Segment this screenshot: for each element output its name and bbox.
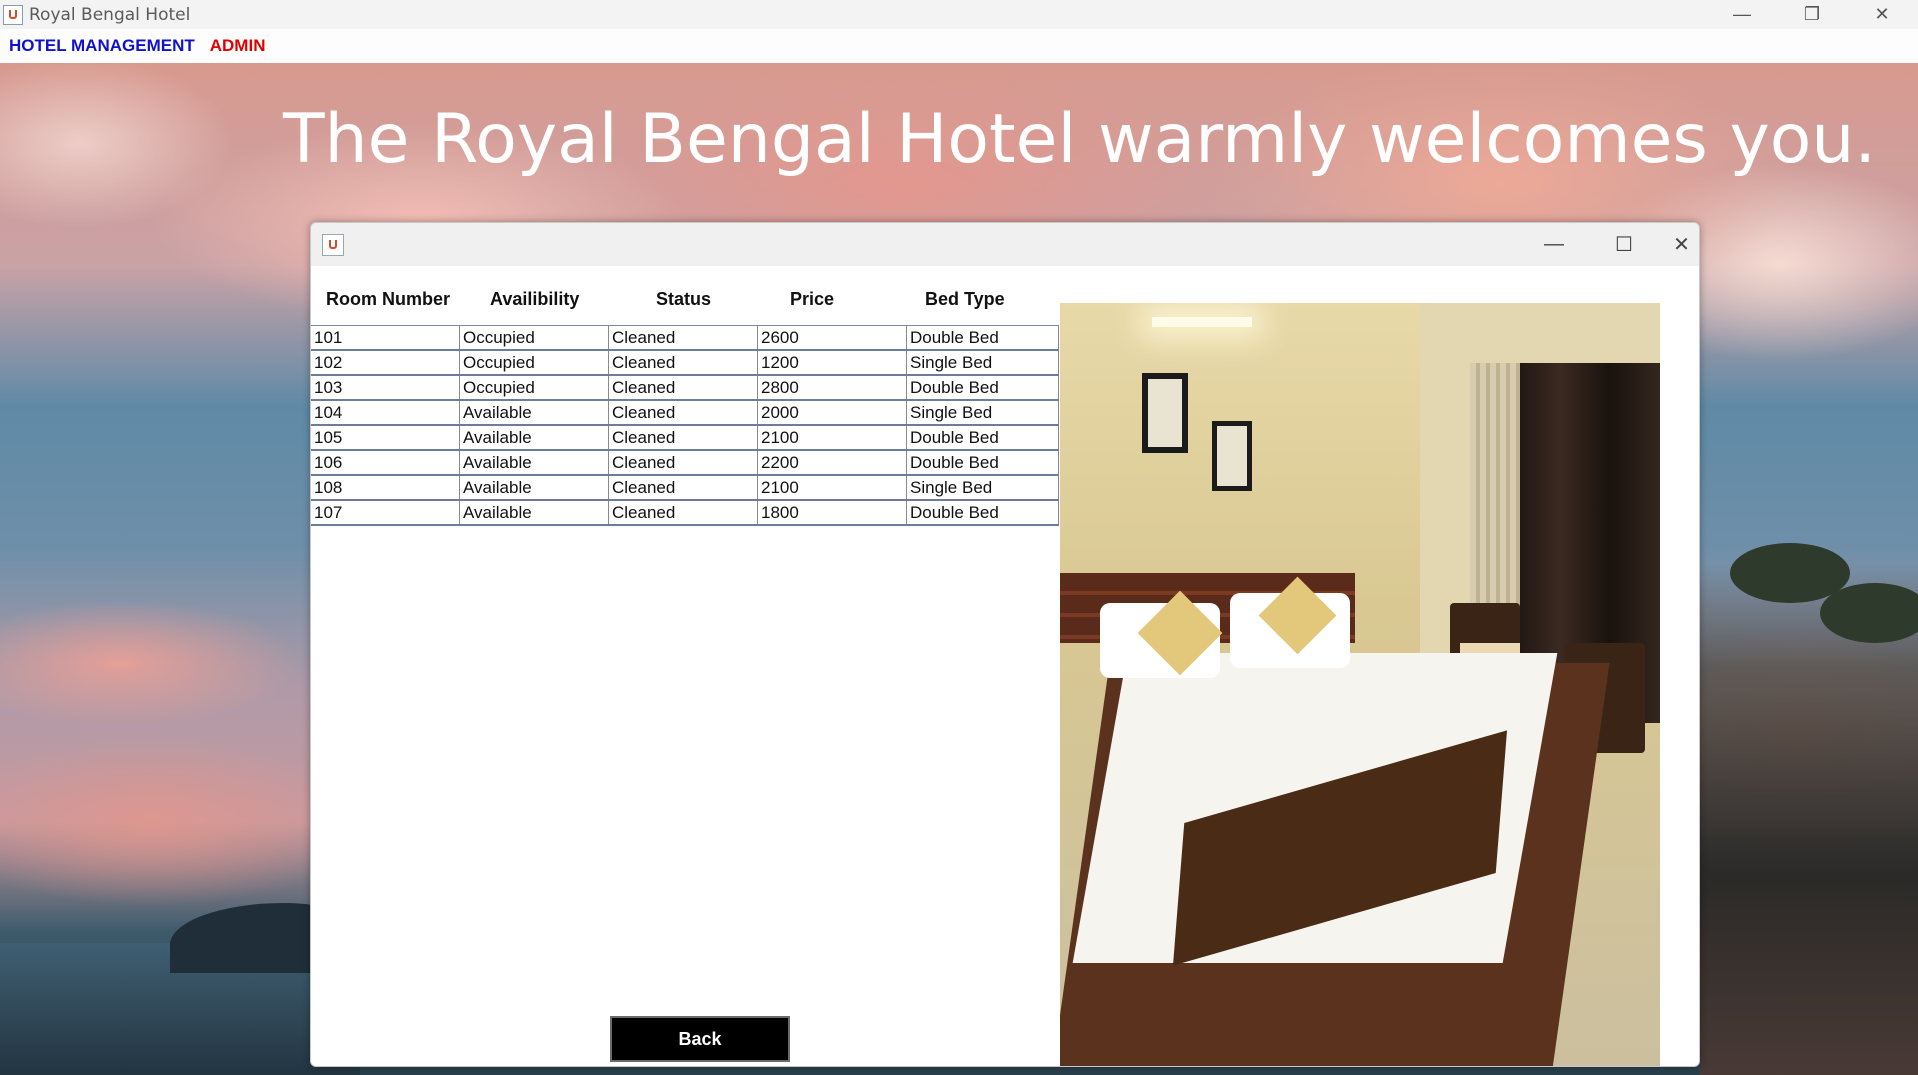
table-row[interactable]: 107 Available Cleaned 1800 Double Bed	[311, 501, 1059, 526]
table-row[interactable]: 101 Occupied Cleaned 2600 Double Bed	[311, 326, 1059, 351]
window-title-bar: Royal Bengal Hotel — ❐ ✕	[0, 0, 1918, 29]
table-cell[interactable]: Cleaned	[609, 501, 758, 524]
window-title: Royal Bengal Hotel	[29, 4, 191, 25]
column-header: Status	[656, 289, 712, 309]
photo-wall-lamp	[1152, 317, 1252, 327]
table-cell[interactable]: 2100	[758, 476, 907, 499]
table-cell[interactable]: 103	[311, 376, 460, 399]
dialog-minimize-button[interactable]: —	[1524, 223, 1584, 266]
column-header: Bed Type	[925, 289, 1005, 309]
hotel-room-image	[1060, 303, 1660, 1066]
menu-bar: HOTEL MANAGEMENT ADMIN	[0, 29, 1918, 64]
menu-admin[interactable]: ADMIN	[210, 36, 266, 56]
table-cell[interactable]: 105	[311, 426, 460, 449]
table-cell[interactable]: Occupied	[460, 376, 609, 399]
rooms-table[interactable]: 101 Occupied Cleaned 2600 Double Bed 102 Occup…	[311, 325, 1059, 526]
table-row[interactable]: 104 Available Cleaned 2000 Single Bed	[311, 401, 1059, 426]
table-cell[interactable]: Single Bed	[907, 476, 1059, 499]
restore-button[interactable]: ❐	[1778, 0, 1846, 29]
table-cell[interactable]: 1800	[758, 501, 907, 524]
table-cell[interactable]: Cleaned	[609, 476, 758, 499]
table-cell[interactable]: 106	[311, 451, 460, 474]
table-cell[interactable]: Double Bed	[907, 501, 1059, 524]
table-cell[interactable]: Double Bed	[907, 451, 1059, 474]
table-cell[interactable]: Cleaned	[609, 351, 758, 374]
table-cell[interactable]: Cleaned	[609, 376, 758, 399]
table-cell[interactable]: Available	[460, 451, 609, 474]
back-button[interactable]: Back	[610, 1016, 790, 1062]
table-row[interactable]: 105 Available Cleaned 2100 Double Bed	[311, 426, 1059, 451]
table-cell[interactable]: 1200	[758, 351, 907, 374]
table-row[interactable]: 103 Occupied Cleaned 2800 Double Bed	[311, 376, 1059, 401]
room-dialog: — ☐ ✕ Room Number Availibility Status Pr…	[310, 222, 1700, 1067]
column-header: Availibility	[490, 289, 580, 309]
table-cell[interactable]: 2100	[758, 426, 907, 449]
table-cell[interactable]: Cleaned	[609, 326, 758, 349]
table-cell[interactable]: 2000	[758, 401, 907, 424]
table-cell[interactable]: 104	[311, 401, 460, 424]
photo-picture-frame	[1142, 373, 1188, 453]
table-cell[interactable]: Cleaned	[609, 426, 758, 449]
photo-picture-frame	[1212, 421, 1252, 491]
menu-hotel-management[interactable]: HOTEL MANAGEMENT	[9, 36, 195, 56]
table-cell[interactable]: Available	[460, 401, 609, 424]
table-cell[interactable]: 2600	[758, 326, 907, 349]
dialog-close-button[interactable]: ✕	[1664, 223, 1699, 266]
table-cell[interactable]: Double Bed	[907, 426, 1059, 449]
table-cell[interactable]: Double Bed	[907, 326, 1059, 349]
java-app-icon	[322, 234, 344, 256]
table-cell[interactable]: Available	[460, 426, 609, 449]
java-app-icon	[3, 4, 23, 25]
dialog-maximize-button[interactable]: ☐	[1594, 223, 1654, 266]
table-header: Room Number Availibility Status Price Be…	[311, 289, 1059, 319]
table-cell[interactable]: Occupied	[460, 326, 609, 349]
table-row[interactable]: 108 Available Cleaned 2100 Single Bed	[311, 476, 1059, 501]
table-cell[interactable]: 107	[311, 501, 460, 524]
dialog-title-bar: — ☐ ✕	[311, 223, 1699, 266]
table-row[interactable]: 106 Available Cleaned 2200 Double Bed	[311, 451, 1059, 476]
column-header: Price	[790, 289, 835, 309]
table-cell[interactable]: Occupied	[460, 351, 609, 374]
welcome-headline: The Royal Bengal Hotel warmly welcomes y…	[283, 100, 1877, 179]
column-header: Room Number	[326, 289, 451, 309]
table-cell[interactable]: 108	[311, 476, 460, 499]
table-cell[interactable]: Available	[460, 501, 609, 524]
table-cell[interactable]: Single Bed	[907, 401, 1059, 424]
table-row[interactable]: 102 Occupied Cleaned 1200 Single Bed	[311, 351, 1059, 376]
table-cell[interactable]: Double Bed	[907, 376, 1059, 399]
table-cell[interactable]: 101	[311, 326, 460, 349]
table-cell[interactable]: Available	[460, 476, 609, 499]
table-cell[interactable]: 2800	[758, 376, 907, 399]
table-cell[interactable]: 2200	[758, 451, 907, 474]
table-cell[interactable]: Cleaned	[609, 401, 758, 424]
close-button[interactable]: ✕	[1848, 0, 1916, 29]
table-cell[interactable]: Single Bed	[907, 351, 1059, 374]
table-cell[interactable]: 102	[311, 351, 460, 374]
table-cell[interactable]: Cleaned	[609, 451, 758, 474]
minimize-button[interactable]: —	[1708, 0, 1776, 29]
